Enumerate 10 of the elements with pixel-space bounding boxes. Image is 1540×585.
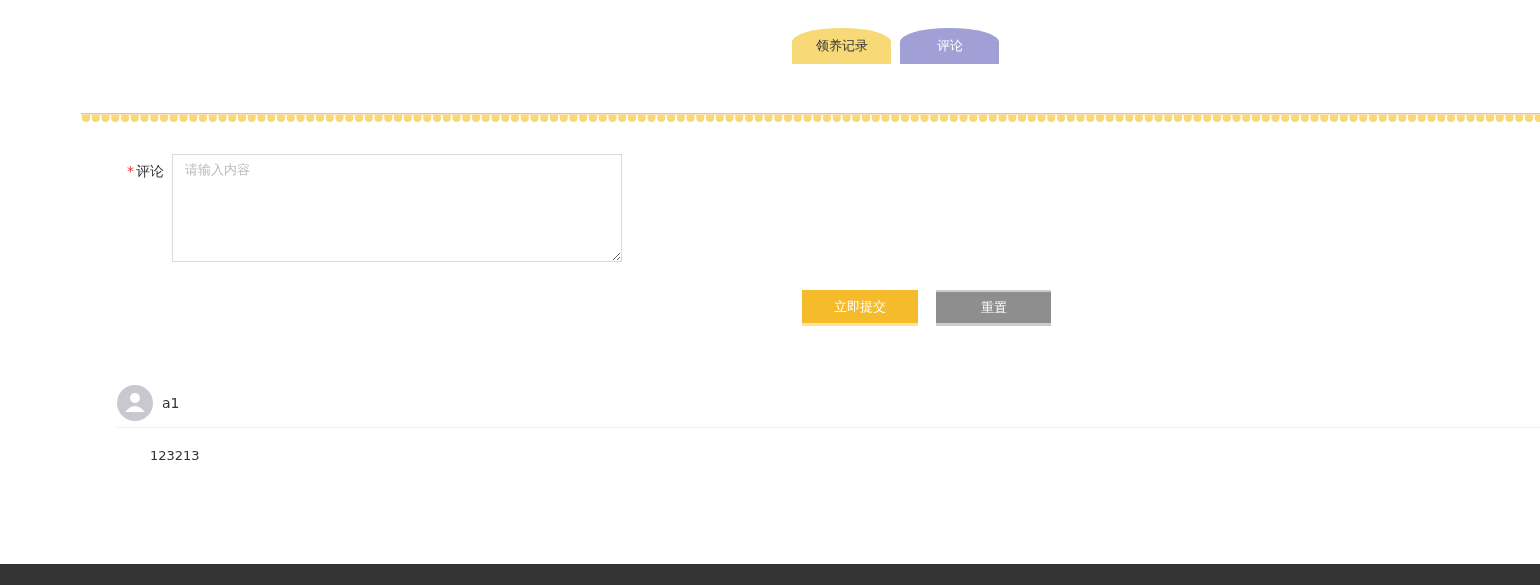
avatar-icon (117, 385, 153, 421)
tab[interactable]: 评论 (900, 28, 999, 64)
submit-button[interactable]: 立即提交 (802, 290, 918, 326)
reset-button[interactable]: 重置 (936, 290, 1051, 326)
tab[interactable]: 领养记录 (792, 28, 891, 64)
field-label: 评论 (136, 163, 164, 179)
required-mark: * (127, 163, 134, 179)
comment-text: 123213 (150, 448, 200, 463)
comment-input[interactable]: 请输入内容 (172, 154, 622, 262)
comment-author: a1 (162, 395, 180, 411)
